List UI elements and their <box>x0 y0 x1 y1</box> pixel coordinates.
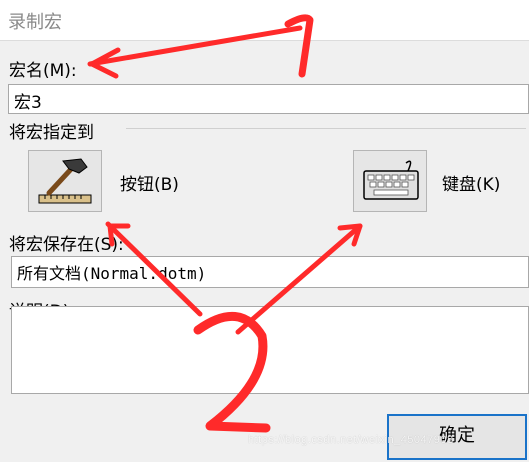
store-in-select[interactable]: 所有文档(Normal.dotm) <box>11 256 529 288</box>
assign-group-label: 将宏指定到 <box>9 123 94 143</box>
annotation-arrow-1-head <box>89 47 121 79</box>
assign-keyboard-button[interactable] <box>353 150 427 212</box>
title-bar: 录制宏 <box>0 0 529 41</box>
assign-button-label: 按钮(B) <box>120 175 179 195</box>
assign-keyboard-label: 键盘(K) <box>442 175 501 195</box>
keyboard-icon <box>363 160 419 200</box>
assign-button-button[interactable] <box>28 150 102 212</box>
group-divider <box>126 128 526 129</box>
macro-name-label: 宏名(M): <box>9 61 77 81</box>
hammer-ruler-icon <box>38 158 92 204</box>
description-textarea[interactable] <box>11 306 529 394</box>
store-in-label: 将宏保存在(S): <box>9 235 124 255</box>
watermark-text: https://blog.csdn.net/weixin_45047908 <box>248 434 454 446</box>
annotation-arrow-2b-head <box>337 223 363 247</box>
dialog-title: 录制宏 <box>8 12 62 33</box>
macro-name-input[interactable]: 宏3 <box>8 84 529 114</box>
